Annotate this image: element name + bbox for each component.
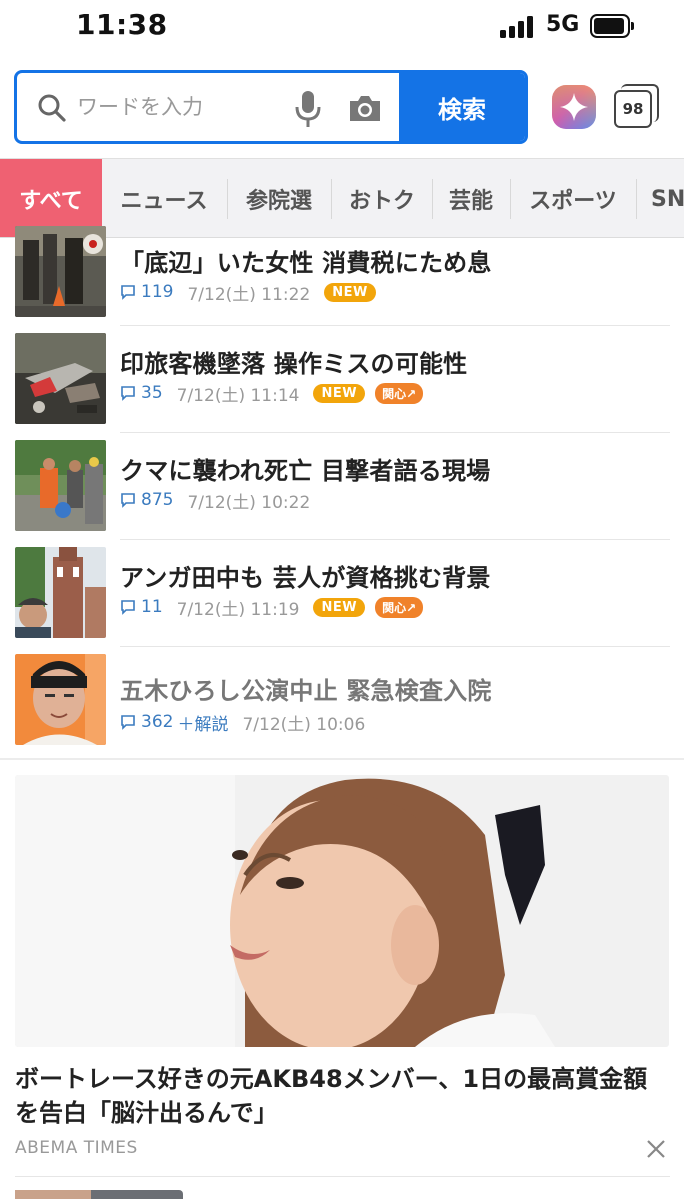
search-input[interactable] (77, 87, 292, 127)
news-item[interactable]: クマに襲われ死亡 目撃者語る現場 875 7/12(土) 10:22 (0, 433, 684, 540)
comment-icon (121, 285, 135, 300)
section-divider (0, 758, 684, 760)
search-icon (38, 94, 66, 122)
news-time: 7/12(土) 11:22 (187, 284, 311, 305)
comment-icon (121, 600, 135, 615)
news-headline: 五木ひろし公演中止 緊急検査入院 (120, 677, 492, 705)
comment-icon (121, 386, 135, 401)
signal-icon (500, 16, 536, 38)
news-item[interactable]: 五木ひろし公演中止 緊急検査入院 362 ＋解説 7/12(土) 10:06 (0, 647, 684, 754)
news-meta: 35 7/12(土) 11:14 NEW 関心↗ (120, 381, 424, 406)
status-bar: 11:38 5G (0, 0, 684, 56)
ai-assistant-icon[interactable] (551, 84, 597, 130)
commentary-label: ＋解説 (177, 714, 229, 735)
news-thumbnail (15, 654, 106, 745)
news-time: 7/12(土) 10:22 (187, 492, 311, 513)
next-item-thumbnail (15, 1190, 91, 1199)
search-box[interactable]: 検索 (14, 70, 528, 144)
status-time: 11:38 (76, 8, 168, 41)
tab-sns[interactable]: SN (637, 159, 684, 237)
tab-upper-house-election[interactable]: 参院選 (228, 159, 330, 237)
next-item-thumbnail (91, 1190, 183, 1199)
comment-count: 875 (141, 490, 174, 510)
tab-news[interactable]: ニュース (102, 159, 226, 237)
comment-count: 11 (141, 597, 163, 617)
interest-rising-badge: 関心↗ (375, 382, 424, 404)
news-thumbnail (15, 226, 106, 317)
comment-icon (121, 493, 135, 508)
news-headline: クマに襲われ死亡 目撃者語る現場 (120, 457, 491, 485)
comment-count: 362 (141, 712, 174, 732)
camera-icon[interactable] (347, 93, 383, 123)
new-badge: NEW (313, 383, 366, 403)
new-badge: NEW (313, 597, 366, 617)
news-item[interactable]: アンガ田中も 芸人が資格挑む背景 11 7/12(土) 11:19 NEW 関心… (0, 540, 684, 647)
network-type: 5G (546, 12, 580, 37)
news-meta: 362 ＋解説 7/12(土) 10:06 (120, 710, 366, 735)
feature-image[interactable] (15, 775, 669, 1047)
news-headline: アンガ田中も 芸人が資格挑む背景 (120, 564, 491, 592)
comment-count: 35 (141, 383, 163, 403)
news-headline: 印旅客機墜落 操作ミスの可能性 (120, 350, 468, 378)
news-meta: 875 7/12(土) 10:22 (120, 488, 311, 513)
interest-rising-badge: 関心↗ (375, 596, 424, 618)
news-meta: 119 7/12(土) 11:22 NEW (120, 280, 376, 305)
tab-deals[interactable]: おトク (332, 159, 432, 237)
search-bar-row: 検索 98 (0, 70, 684, 146)
yahoo-app-home: 11:38 5G 検索 (0, 0, 684, 1199)
tab-sports[interactable]: スポーツ (511, 159, 635, 237)
comment-icon (121, 715, 135, 730)
tab-count: 98 (614, 90, 652, 128)
news-meta: 11 7/12(土) 11:19 NEW 関心↗ (120, 595, 424, 620)
new-badge: NEW (324, 282, 376, 302)
battery-icon (590, 14, 634, 38)
news-time: 7/12(土) 10:06 (242, 714, 366, 735)
news-item[interactable]: 印旅客機墜落 操作ミスの可能性 35 7/12(土) 11:14 NEW 関心↗ (0, 326, 684, 433)
tabs-count-icon[interactable]: 98 (614, 84, 662, 130)
microphone-icon[interactable] (293, 89, 323, 129)
search-button[interactable]: 検索 (399, 73, 525, 141)
news-headline: 「底辺」いた女性 消費税にため息 (120, 249, 492, 277)
news-time: 7/12(土) 11:19 (176, 599, 300, 620)
close-icon[interactable] (644, 1137, 668, 1161)
news-thumbnail (15, 547, 106, 638)
feature-source: ABEMA TIMES (15, 1138, 138, 1158)
news-thumbnail (15, 333, 106, 424)
news-time: 7/12(土) 11:14 (176, 385, 300, 406)
section-divider (15, 1176, 670, 1177)
tab-entertainment[interactable]: 芸能 (433, 159, 509, 237)
feature-title[interactable]: ボートレース好きの元AKB48メンバー、1日の最高賞金額を告白「脳汁出るんで」 (15, 1062, 670, 1130)
news-thumbnail (15, 440, 106, 531)
comment-count: 119 (141, 282, 174, 302)
